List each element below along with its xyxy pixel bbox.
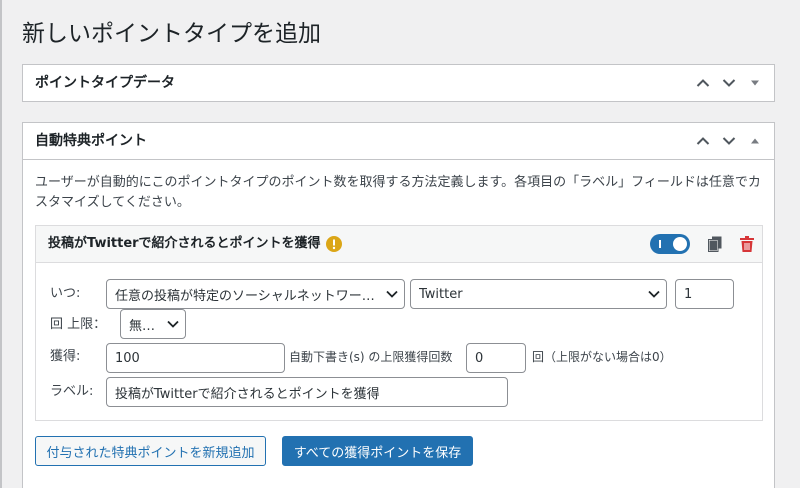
event-select[interactable]: 任意の投稿が特定のソーシャルネットワーク... xyxy=(106,279,405,309)
warning-icon xyxy=(325,236,342,252)
trash-icon[interactable] xyxy=(740,236,754,252)
label-label: ラベル: xyxy=(50,384,94,399)
auto-award-points-header[interactable]: 自動特典ポイント xyxy=(23,123,774,160)
copy-icon[interactable] xyxy=(708,236,722,252)
point-type-data-header[interactable]: ポイントタイプデータ xyxy=(23,65,774,101)
limit-label: 回 上限： xyxy=(50,317,107,332)
label-input[interactable]: 投稿がTwitterで紹介されるとポイントを獲得 xyxy=(106,377,508,407)
admin-left-border xyxy=(0,0,2,488)
max-earnings-suffix: 回（上限がない場合は0） xyxy=(532,350,672,364)
toggle-arrow-down-icon[interactable] xyxy=(742,70,768,96)
award-enabled-toggle[interactable] xyxy=(650,234,690,254)
chevron-down-icon xyxy=(167,320,179,328)
award-item-actions xyxy=(650,226,754,262)
points-input[interactable]: 100 xyxy=(106,343,285,373)
point-type-data-actions xyxy=(690,70,774,96)
chevron-down-icon[interactable] xyxy=(716,128,742,154)
chevron-down-icon[interactable] xyxy=(716,70,742,96)
limit-select[interactable]: 無制限 xyxy=(120,309,186,339)
add-award-button[interactable]: 付与された特典ポイントを新規追加 xyxy=(35,436,266,466)
when-label: いつ: xyxy=(50,286,81,301)
chevron-down-icon xyxy=(648,290,660,298)
toggle-arrow-up-icon[interactable] xyxy=(742,128,768,154)
auto-award-points-actions xyxy=(690,128,774,154)
point-type-data-box: ポイントタイプデータ xyxy=(22,64,775,102)
auto-award-description: ユーザーが自動的にこのポイントタイプのポイント数を取得する方法定義します。各項目… xyxy=(35,175,761,210)
auto-award-points-box: 自動特典ポイント ユーザーが自動的にこのポイントタイプのポイント数を取得する方法… xyxy=(22,122,775,488)
auto-award-points-title: 自動特典ポイント xyxy=(35,133,147,149)
count-input[interactable]: 1 xyxy=(675,279,734,309)
point-type-data-title: ポイントタイプデータ xyxy=(35,75,175,91)
chevron-up-icon[interactable] xyxy=(690,128,716,154)
social-network-select[interactable]: Twitter xyxy=(410,279,667,309)
max-earnings-label: 自動下書き(s) の上限獲得回数 xyxy=(289,350,453,364)
earn-label: 獲得: xyxy=(50,349,81,364)
chevron-down-icon xyxy=(386,290,398,298)
award-item: 投稿がTwitterで紹介されるとポイントを獲得 いつ: 任意の投稿が特定のソー… xyxy=(35,225,763,421)
award-item-title: 投稿がTwitterで紹介されるとポイントを獲得 xyxy=(48,236,321,251)
chevron-up-icon[interactable] xyxy=(690,70,716,96)
save-all-button[interactable]: すべての獲得ポイントを保存 xyxy=(282,436,473,466)
page-title: 新しいポイントタイプを追加 xyxy=(22,21,321,47)
award-item-header[interactable]: 投稿がTwitterで紹介されるとポイントを獲得 xyxy=(36,226,762,263)
max-earnings-input[interactable]: 0 xyxy=(466,343,526,373)
